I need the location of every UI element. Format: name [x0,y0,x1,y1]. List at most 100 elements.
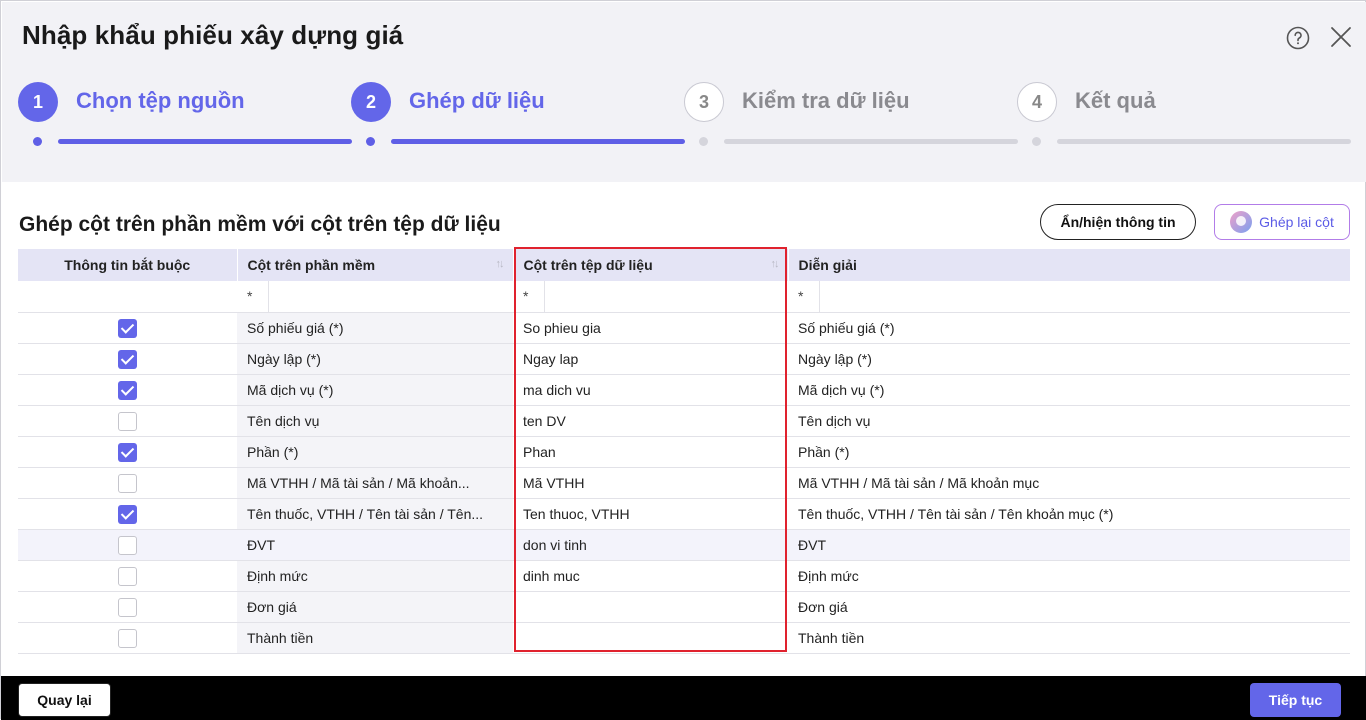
filter-file-input[interactable]: * [513,281,788,313]
required-checkbox[interactable] [118,473,137,493]
column-mapping-table: Thông tin bắt buộc Cột trên phần mềm ↑↓ C… [18,249,1351,654]
import-dialog: Nhập khẩu phiếu xây dựng giá 1 Chọn tệp … [0,0,1366,720]
step-3-progress-bar [724,139,1018,144]
required-checkbox[interactable] [118,442,137,462]
table-row[interactable]: Phần (*) Phan Phần (*) [18,436,1350,468]
dialog-header: Nhập khẩu phiếu xây dựng giá 1 Chọn tệp … [2,2,1366,182]
next-button[interactable]: Tiếp tục [1250,683,1341,717]
required-cell [18,498,237,530]
software-column-cell: Định mức [237,560,513,592]
step-3-label: Kiểm tra dữ liệu [742,88,910,113]
software-column-cell: Đơn giá [237,591,513,623]
description-cell: Số phiếu giá (*) [788,312,1350,344]
filter-cell-required [18,281,237,313]
step-1-label: Chọn tệp nguồn [76,88,245,113]
description-cell: Phần (*) [788,436,1350,468]
sort-icon[interactable]: ↑↓ [771,258,780,270]
description-cell: Ngày lập (*) [788,343,1350,375]
required-cell [18,374,237,406]
software-column-cell: Thành tiền [237,622,513,654]
software-column-cell: Ngày lập (*) [237,343,513,375]
software-column-cell: Phần (*) [237,436,513,468]
table-row[interactable]: Ngày lập (*) Ngay lap Ngày lập (*) [18,343,1350,375]
description-cell: Định mức [788,560,1350,592]
column-header-file[interactable]: Cột trên tệp dữ liệu ↑↓ [513,249,789,281]
step-2-number: 2 [351,82,391,122]
close-icon[interactable] [1330,26,1352,48]
step-2-label: Ghép dữ liệu [409,88,545,113]
description-cell: Mã VTHH / Mã tài sản / Mã khoản mục [788,467,1350,499]
file-column-select[interactable]: Ten thuoc, VTHH [513,498,788,530]
file-column-select[interactable]: ten DV [513,405,788,437]
filter-description-input[interactable]: * [788,281,1350,313]
description-cell: Tên dịch vụ [788,405,1350,437]
required-checkbox[interactable] [118,411,137,431]
file-column-select[interactable]: don vi tinh [513,529,788,561]
description-cell: Mã dịch vụ (*) [788,374,1350,406]
file-column-select[interactable] [513,622,788,654]
required-cell [18,529,237,561]
step-1-progress-bar [58,139,352,144]
file-column-select[interactable]: ma dich vu [513,374,788,406]
step-4-number: 4 [1017,82,1057,122]
required-checkbox[interactable] [118,380,137,400]
software-column-cell: Tên thuốc, VTHH / Tên tài sản / Tên... [237,498,513,530]
table-row[interactable]: Mã dịch vụ (*) ma dich vu Mã dịch vụ (*) [18,374,1350,406]
table-row[interactable]: Định mức dinh muc Định mức [18,560,1350,592]
column-header-software[interactable]: Cột trên phần mềm ↑↓ [237,249,514,281]
table-row[interactable]: Mã VTHH / Mã tài sản / Mã khoản... Mã VTH… [18,467,1350,499]
section-title: Ghép cột trên phần mềm với cột trên tệp … [19,213,501,236]
software-column-cell: Tên dịch vụ [237,405,513,437]
table-row[interactable]: Tên dịch vụ ten DV Tên dịch vụ [18,405,1350,437]
file-column-select[interactable] [513,591,788,623]
required-checkbox[interactable] [118,349,137,369]
step-3-number: 3 [684,82,724,122]
software-column-cell: Mã VTHH / Mã tài sản / Mã khoản... [237,467,513,499]
file-column-select[interactable]: So phieu gia [513,312,788,344]
toggle-info-button[interactable]: Ẩn/hiện thông tin [1040,204,1196,240]
table-header-row: Thông tin bắt buộc Cột trên phần mềm ↑↓ C… [18,249,1351,281]
required-cell [18,591,237,623]
software-column-cell: Mã dịch vụ (*) [237,374,513,406]
back-button[interactable]: Quay lại [18,683,111,717]
required-checkbox[interactable] [118,597,137,617]
ai-assistant-icon [1230,211,1253,233]
step-2-progress-dot [366,137,375,146]
filter-software-input[interactable]: * [237,281,513,313]
required-checkbox[interactable] [118,535,137,555]
description-cell: Thành tiền [788,622,1350,654]
software-column-cell: Số phiếu giá (*) [237,312,513,344]
table-row[interactable]: Đơn giá Đơn giá [18,591,1350,623]
sort-icon[interactable]: ↑↓ [496,258,505,270]
help-icon[interactable] [1286,26,1310,50]
step-4-label: Kết quả [1075,88,1156,113]
column-header-required: Thông tin bắt buộc [18,249,238,281]
file-column-select[interactable]: Ngay lap [513,343,788,375]
required-cell [18,312,237,344]
required-cell [18,343,237,375]
required-checkbox[interactable] [118,628,137,648]
step-4-progress-bar [1057,139,1351,144]
required-cell [18,405,237,437]
column-header-description: Diễn giải [788,249,1351,281]
table-row[interactable]: ĐVT don vi tinh ĐVT [18,529,1350,561]
remap-columns-label: Ghép lại cột [1259,214,1334,230]
remap-columns-button[interactable]: Ghép lại cột [1214,204,1350,240]
file-column-select[interactable]: Phan [513,436,788,468]
step-2-progress-bar [391,139,685,144]
table-row[interactable]: Số phiếu giá (*) So phieu gia Số phiếu giá… [18,312,1350,344]
file-column-select[interactable]: Mã VTHH [513,467,788,499]
description-cell: ĐVT [788,529,1350,561]
description-cell: Tên thuốc, VTHH / Tên tài sản / Tên khoả… [788,498,1350,530]
software-column-cell: ĐVT [237,529,513,561]
table-row[interactable]: Tên thuốc, VTHH / Tên tài sản / Tên... Te… [18,498,1350,530]
file-column-select[interactable]: dinh muc [513,560,788,592]
dialog-footer [1,676,1366,720]
table-row[interactable]: Thành tiền Thành tiền [18,622,1350,654]
required-checkbox[interactable] [118,566,137,586]
filter-row: * * * [18,281,1350,313]
step-1-progress-dot [33,137,42,146]
required-checkbox[interactable] [118,504,137,524]
required-cell [18,436,237,468]
required-checkbox[interactable] [118,318,137,338]
